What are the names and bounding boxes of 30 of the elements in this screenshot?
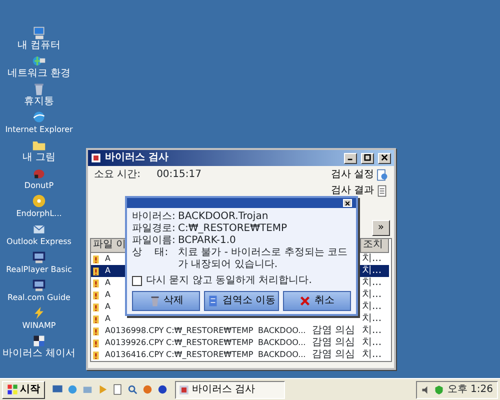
elapsed-time: 00:15:17 bbox=[156, 169, 202, 182]
table-cell: 치... bbox=[362, 349, 382, 361]
table-cell: 감염 의심 bbox=[312, 325, 356, 337]
field-label: 상 태: bbox=[132, 247, 170, 260]
table-cell: 치... bbox=[362, 337, 382, 349]
table-cell: 감염 의심 bbox=[312, 337, 356, 349]
clock: 오후 1:26 bbox=[447, 384, 493, 396]
table-cell: 치... bbox=[362, 265, 382, 277]
table-cell: 치... bbox=[362, 253, 382, 265]
field-value: BCPARK-1.0 bbox=[178, 235, 236, 247]
field-label: 파일이름: bbox=[132, 235, 176, 247]
table-cell: BACKDOO... bbox=[258, 349, 306, 361]
elapsed-label: 소요 시간: bbox=[94, 169, 141, 182]
table-cell: 치... bbox=[362, 289, 382, 301]
window-title: 바이러스 검사 bbox=[105, 152, 170, 164]
table-cell: 감염 의심 bbox=[312, 349, 356, 361]
table-cell: 치... bbox=[362, 325, 382, 337]
table-cell: 치... bbox=[362, 301, 382, 313]
table-cell: 치... bbox=[362, 313, 382, 325]
field-value: BACKDOOR.Trojan bbox=[178, 211, 268, 223]
field-value: C:₩_RESTORE₩TEMP bbox=[178, 223, 288, 235]
table-cell: BACKDOO... bbox=[258, 325, 306, 337]
table-cell: C:₩_RESTORE₩TEMP bbox=[166, 349, 254, 361]
table-cell: C:₩_RESTORE₩TEMP bbox=[166, 337, 254, 349]
field-value: 치료 불가 - 바이러스로 추정되는 코드가 내장되어 있습니다. bbox=[178, 247, 349, 271]
table-cell: BACKDOO... bbox=[258, 337, 306, 349]
field-label: 파일경로: bbox=[132, 223, 176, 235]
field-label: 바이러스: bbox=[132, 211, 176, 223]
table-cell: C:₩_RESTORE₩TEMP bbox=[166, 325, 254, 337]
table-cell: 치... bbox=[362, 277, 382, 289]
